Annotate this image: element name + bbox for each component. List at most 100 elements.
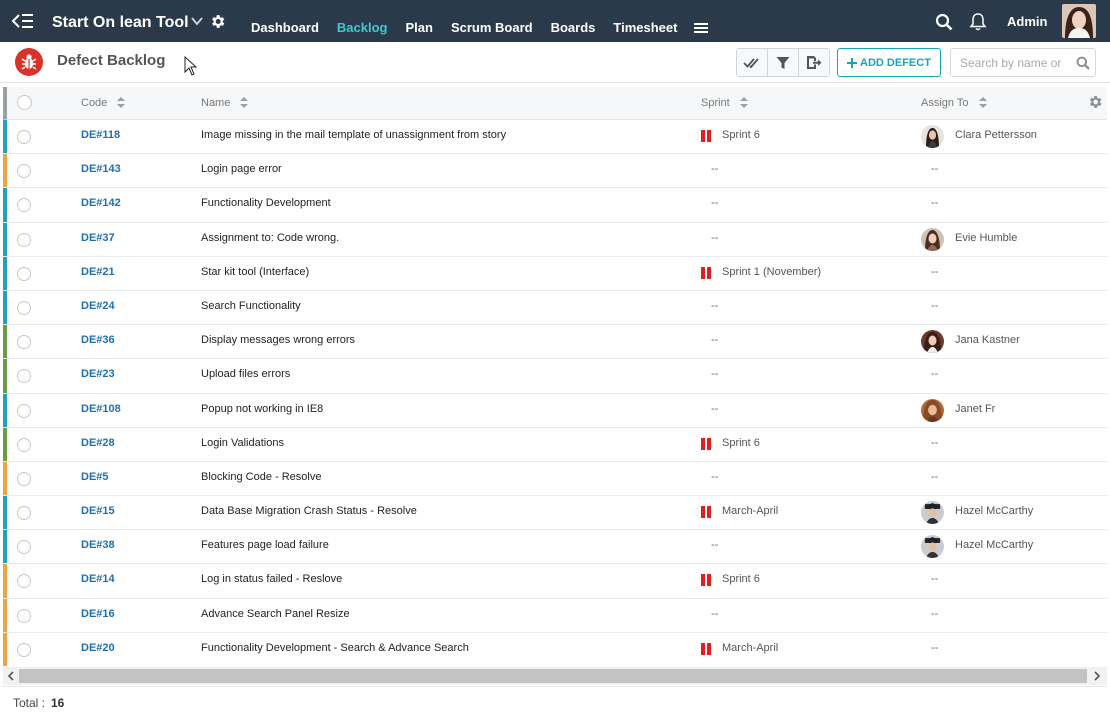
defect-name[interactable]: Image missing in the mail template of un… [201, 120, 506, 151]
row-checkbox[interactable] [17, 540, 31, 555]
defect-code-link[interactable]: DE#143 [81, 154, 121, 185]
sprint-name[interactable]: Sprint 1 (November) [722, 257, 821, 288]
defect-code-link[interactable]: DE#142 [81, 188, 121, 219]
sprint-name[interactable]: Sprint 6 [722, 564, 760, 595]
table-row[interactable]: DE#118 Image missing in the mail template… [3, 120, 1107, 155]
nav-dashboard[interactable]: Dashboard [242, 0, 328, 42]
row-checkbox[interactable] [17, 506, 31, 521]
select-all-checkbox[interactable] [17, 95, 32, 110]
app-title[interactable]: Start On lean Tool [52, 0, 189, 42]
defect-code-link[interactable]: DE#28 [81, 428, 115, 459]
defect-code-link[interactable]: DE#24 [81, 291, 115, 322]
table-row[interactable]: DE#20 Functionality Development - Search … [3, 632, 1107, 666]
nav-boards[interactable]: Boards [542, 0, 605, 42]
sprint-name[interactable]: Sprint 6 [722, 428, 760, 459]
defect-name[interactable]: Features page load failure [201, 530, 329, 561]
assignee-name[interactable]: Hazel McCarthy [955, 496, 1033, 527]
defect-name[interactable]: Search Functionality [201, 291, 301, 322]
table-row[interactable]: DE#23 Upload files errors -- -- [3, 359, 1107, 394]
table-row[interactable]: DE#24 Search Functionality -- -- [3, 290, 1107, 326]
row-checkbox[interactable] [17, 608, 31, 623]
defect-name[interactable]: Blocking Code - Resolve [201, 462, 321, 493]
defect-code-link[interactable]: DE#23 [81, 359, 115, 390]
defect-name[interactable]: Log in status failed - Reslove [201, 564, 342, 595]
row-checkbox[interactable] [17, 437, 31, 452]
table-row[interactable]: DE#14 Log in status failed - Reslove Sprin… [3, 564, 1107, 599]
menu-collapse-icon[interactable] [12, 11, 34, 31]
filter-button[interactable] [768, 49, 799, 76]
defect-name[interactable]: Display messages wrong errors [201, 325, 355, 356]
row-checkbox[interactable] [17, 266, 31, 281]
defect-name[interactable]: Login Validations [201, 428, 284, 459]
assignee-name[interactable]: Evie Humble [955, 223, 1017, 254]
table-row[interactable]: DE#16 Advance Search Panel Resize -- -- [3, 598, 1107, 633]
column-sprint[interactable]: Sprint [701, 87, 748, 120]
defect-name[interactable]: Data Base Migration Crash Status - Resol… [201, 496, 417, 527]
table-row[interactable]: DE#28 Login Validations Sprint 6 -- [3, 427, 1107, 462]
search-input[interactable] [960, 55, 1072, 71]
defect-code-link[interactable]: DE#108 [81, 394, 121, 425]
row-checkbox[interactable] [17, 300, 31, 315]
row-checkbox[interactable] [17, 403, 31, 418]
defect-name[interactable]: Functionality Development [201, 188, 331, 219]
nav-scrum-board[interactable]: Scrum Board [442, 0, 542, 42]
sprint-name[interactable]: March-April [722, 496, 778, 527]
defect-code-link[interactable]: DE#5 [81, 462, 109, 493]
search-icon[interactable] [935, 13, 953, 31]
table-row[interactable]: DE#108 Popup not working in IE8 -- Janet Fr [3, 393, 1107, 428]
defect-code-link[interactable]: DE#38 [81, 530, 115, 561]
column-name[interactable]: Name [201, 87, 249, 120]
defect-name[interactable]: Popup not working in IE8 [201, 394, 323, 425]
search-icon[interactable] [1076, 56, 1090, 70]
defect-name[interactable]: Star kit tool (Interface) [201, 257, 309, 288]
defect-code-link[interactable]: DE#118 [81, 120, 120, 151]
assignee-name[interactable]: Hazel McCarthy [955, 530, 1033, 561]
defect-name[interactable]: Login page error [201, 154, 282, 185]
export-button[interactable] [799, 49, 829, 76]
defect-code-link[interactable]: DE#36 [81, 325, 115, 356]
defect-name[interactable]: Functionality Development - Search & Adv… [201, 633, 469, 664]
row-checkbox[interactable] [17, 574, 31, 589]
row-checkbox[interactable] [17, 130, 31, 144]
sprint-name[interactable]: March-April [722, 633, 778, 664]
scrollbar-thumb[interactable] [19, 669, 1087, 683]
row-checkbox[interactable] [17, 471, 31, 486]
table-row[interactable]: DE#15 Data Base Migration Crash Status - … [3, 496, 1107, 531]
defect-code-link[interactable]: DE#14 [81, 564, 115, 595]
row-checkbox[interactable] [17, 642, 31, 657]
nav-timesheet[interactable]: Timesheet [604, 0, 686, 42]
defect-name[interactable]: Assignment to: Code wrong. [201, 223, 339, 254]
chevron-down-icon[interactable] [190, 15, 204, 27]
scroll-left-icon[interactable] [5, 670, 17, 682]
row-checkbox[interactable] [17, 232, 31, 247]
bell-icon[interactable] [969, 12, 987, 31]
table-row[interactable]: DE#143 Login page error -- -- [3, 154, 1107, 189]
table-row[interactable]: DE#38 Features page load failure -- Hazel M… [3, 530, 1107, 565]
add-defect-button[interactable]: ADD DEFECT [837, 48, 941, 77]
assignee-name[interactable]: Janet Fr [955, 394, 995, 425]
more-menu-button[interactable] [688, 0, 714, 42]
user-avatar[interactable] [1062, 4, 1096, 38]
column-settings-gear-icon[interactable] [1087, 94, 1103, 110]
defect-code-link[interactable]: DE#20 [81, 633, 115, 664]
row-checkbox[interactable] [17, 335, 31, 350]
table-row[interactable]: DE#21 Star kit tool (Interface) Sprint 1 (… [3, 256, 1107, 291]
horizontal-scrollbar[interactable] [3, 667, 1107, 685]
gear-icon[interactable] [209, 13, 226, 30]
user-name[interactable]: Admin [1007, 0, 1047, 44]
defect-name[interactable]: Advance Search Panel Resize [201, 599, 350, 630]
defect-code-link[interactable]: DE#16 [81, 599, 115, 630]
row-checkbox[interactable] [17, 164, 31, 179]
defect-name[interactable]: Upload files errors [201, 359, 290, 390]
table-row[interactable]: DE#37 Assignment to: Code wrong. -- Evie Hu… [3, 222, 1107, 257]
defect-code-link[interactable]: DE#21 [81, 257, 115, 288]
assignee-name[interactable]: Clara Pettersson [955, 120, 1037, 151]
column-code[interactable]: Code [81, 87, 126, 120]
assignee-name[interactable]: Jana Kastner [955, 325, 1020, 356]
table-row[interactable]: DE#36 Display messages wrong errors -- Jana… [3, 325, 1107, 360]
scroll-right-icon[interactable] [1091, 670, 1103, 682]
table-row[interactable]: DE#142 Functionality Development -- -- [3, 188, 1107, 223]
row-checkbox[interactable] [17, 198, 31, 213]
table-row[interactable]: DE#5 Blocking Code - Resolve -- -- [3, 461, 1107, 497]
defect-code-link[interactable]: DE#37 [81, 223, 115, 254]
